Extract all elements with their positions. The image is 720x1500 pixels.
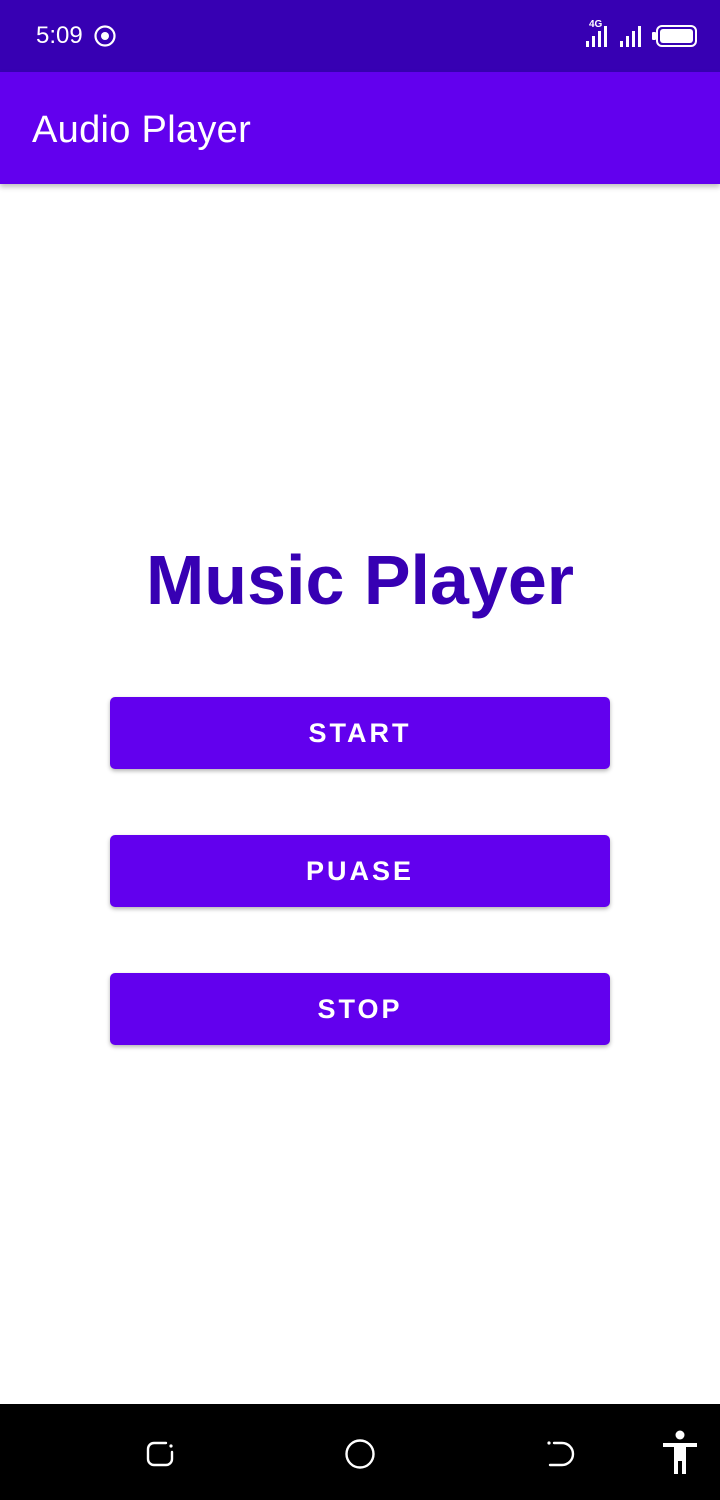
start-button[interactable]: START	[110, 697, 610, 769]
app-title: Audio Player	[32, 109, 252, 151]
pause-button[interactable]: PUASE	[110, 835, 610, 907]
record-icon	[94, 25, 116, 47]
system-nav-bar	[0, 1404, 720, 1500]
status-bar: 5:09 4G	[0, 0, 720, 72]
app-screen: 5:09 4G Audio Player Music Player START …	[0, 0, 720, 1500]
home-icon[interactable]	[344, 1438, 376, 1470]
page-title: Music Player	[146, 541, 574, 619]
signal-4g-icon: 4G	[584, 20, 612, 51]
accessibility-icon[interactable]	[660, 1430, 700, 1476]
back-icon[interactable]	[544, 1438, 576, 1470]
stop-button[interactable]: STOP	[110, 973, 610, 1045]
recents-icon[interactable]	[144, 1438, 176, 1470]
status-time: 5:09	[36, 22, 83, 49]
app-bar: Audio Player	[0, 72, 720, 184]
signal-icon	[620, 26, 641, 47]
status-icons: 4G	[584, 20, 698, 52]
battery-icon	[652, 25, 697, 47]
